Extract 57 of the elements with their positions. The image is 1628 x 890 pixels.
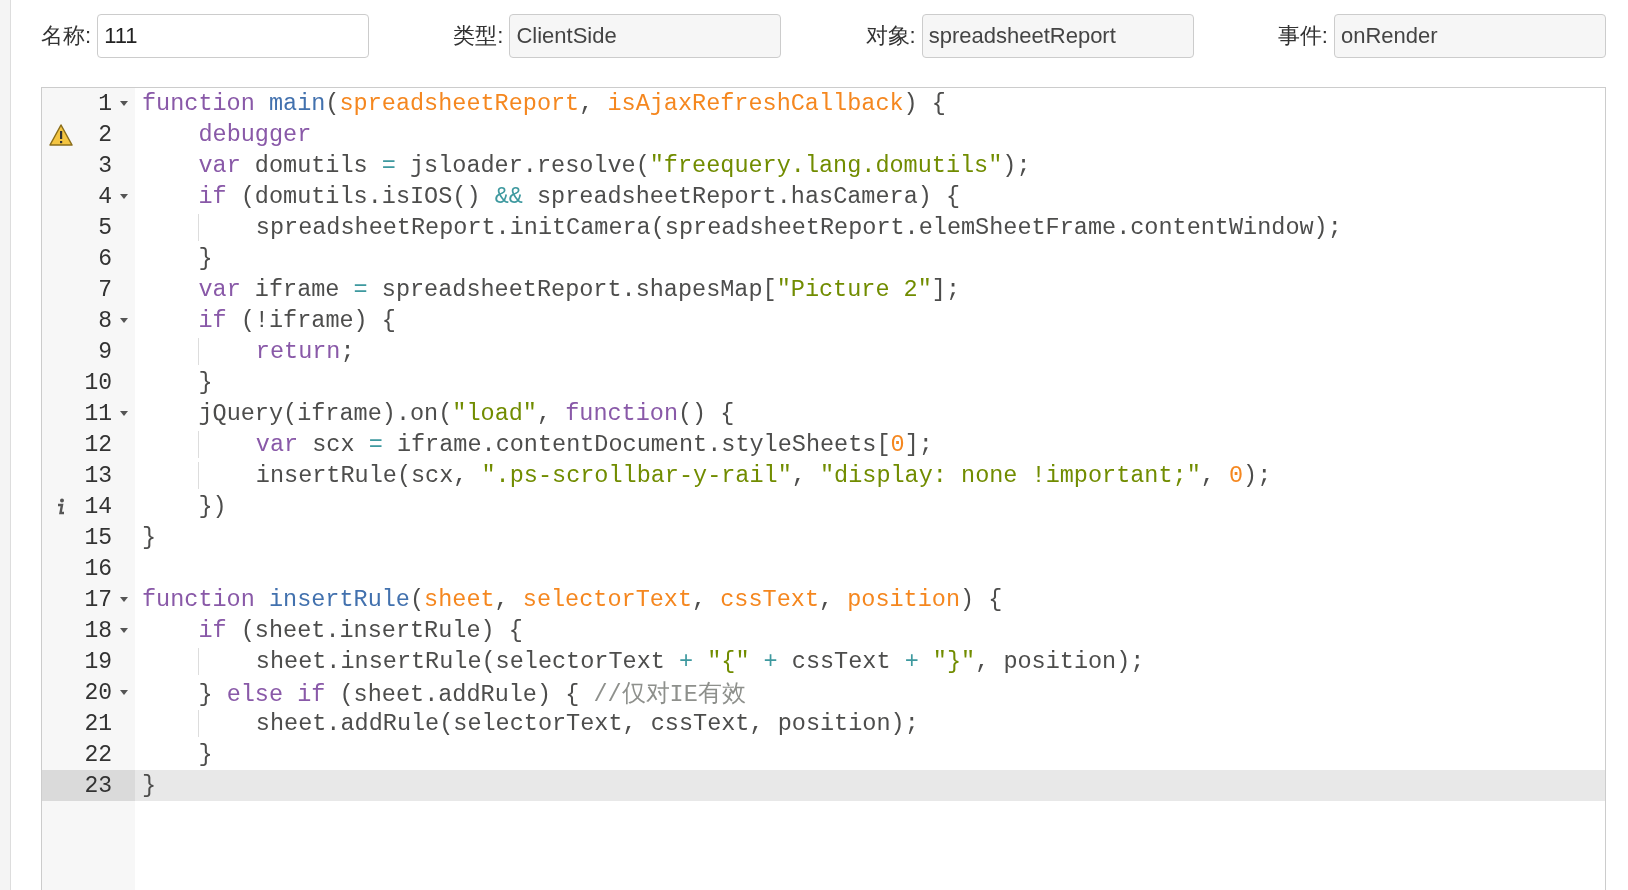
line-number: 2	[97, 121, 112, 148]
fold-arrow-icon[interactable]	[119, 628, 128, 633]
line-number: 3	[97, 152, 112, 179]
line-number: 1	[97, 90, 112, 117]
fold-arrow-icon[interactable]	[119, 690, 128, 695]
line-number: 13	[83, 462, 112, 489]
line-number: 16	[83, 555, 112, 582]
line-number: 11	[83, 400, 112, 427]
code-line: }	[197, 369, 213, 396]
code-line: }	[141, 772, 157, 799]
code-line: debugger	[197, 121, 312, 148]
code-line: jQuery(iframe).on("load", function() {	[197, 400, 735, 427]
line-number: 9	[97, 338, 112, 365]
field-label: 类型:	[453, 22, 504, 50]
code-line: spreadsheetReport.initCamera(spreadsheetReport.elemSheetFrame.contentWindow);	[135, 214, 1342, 241]
code-line: function main(spreadsheetReport, isAjaxRefreshCallback) {	[141, 90, 946, 117]
fold-arrow-icon[interactable]	[119, 411, 128, 416]
line-number: 15	[83, 524, 112, 551]
code-line: } else if (sheet.addRule) { //仅对IE有效	[197, 679, 746, 709]
code-line: if (sheet.insertRule) {	[197, 617, 523, 644]
line-number: 17	[83, 586, 112, 613]
code-line: if (!iframe) {	[197, 307, 396, 334]
line-number: 10	[83, 369, 112, 396]
line-number: 22	[83, 741, 112, 768]
code-line: var iframe = spreadsheetReport.shapesMap["Picture 2"];	[197, 276, 961, 303]
fold-arrow-icon[interactable]	[119, 318, 128, 323]
line-number: 6	[97, 245, 112, 272]
code-line: }	[141, 524, 157, 551]
line-number: 4	[97, 183, 112, 210]
code-line: }	[197, 245, 213, 272]
line-number: 8	[97, 307, 112, 334]
code-line: sheet.addRule(selectorText, cssText, position);	[135, 710, 919, 737]
field-label: 名称:	[41, 22, 92, 50]
line-number: 12	[83, 431, 112, 458]
field-label: 事件:	[1277, 22, 1328, 50]
fold-arrow-icon[interactable]	[119, 194, 128, 199]
code-line: var domutils = jsloader.resolve("freequery.lang.domutils");	[197, 152, 1031, 179]
line-number: 5	[97, 214, 112, 241]
code-line: var scx = iframe.contentDocument.styleSheets[0];	[135, 431, 933, 458]
code-line: }	[197, 741, 213, 768]
line-number: 19	[83, 648, 112, 675]
line-number: 20	[83, 679, 112, 706]
line-number: 18	[83, 617, 112, 644]
line-number: 14	[83, 493, 112, 520]
fold-arrow-icon[interactable]	[119, 101, 128, 106]
code-line: insertRule(scx, ".ps-scrollbar-y-rail", "display: none !important;", 0);	[135, 462, 1272, 489]
line-number: 23	[83, 772, 112, 799]
code-line: if (domutils.isIOS() && spreadsheetReport.hasCamera) {	[197, 183, 961, 210]
code-line: function insertRule(sheet, selectorText, cssText, position) {	[141, 586, 1003, 613]
code-line: sheet.insertRule(selectorText + "{" + cssText + "}", position);	[135, 648, 1145, 675]
line-number: 7	[97, 276, 112, 303]
code-line: })	[197, 493, 227, 520]
line-number: 21	[83, 710, 112, 737]
input-field[interactable]: 111	[97, 14, 370, 58]
code-line: return;	[135, 338, 355, 365]
field-label: 对象:	[865, 22, 916, 50]
fold-arrow-icon[interactable]	[119, 597, 128, 602]
